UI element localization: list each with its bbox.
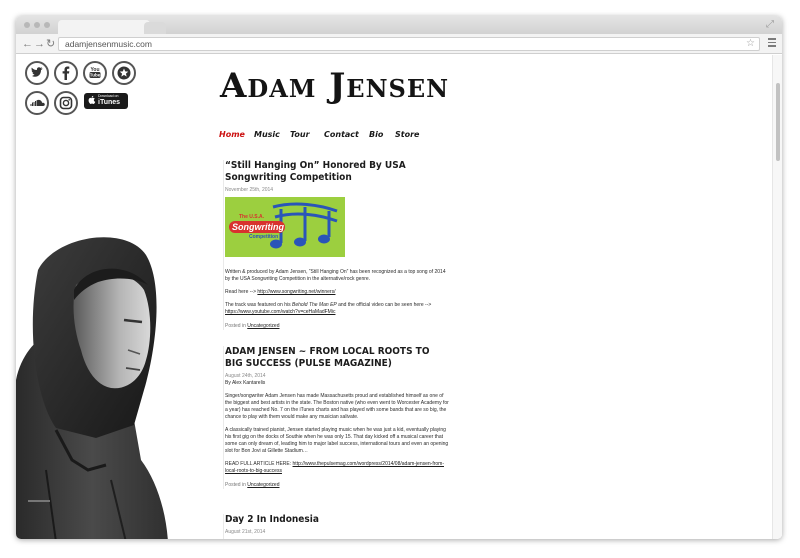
youtube-video-link[interactable]: https://www.youtube.com/watch?v=ceHaMadF… [225, 309, 335, 315]
itunes-label: iTunes [98, 99, 121, 106]
songwriting-competition-banner[interactable]: The U.S.A. Songwriting Competition [225, 197, 345, 257]
instagram-icon[interactable] [54, 91, 78, 115]
url-text: adamjensenmusic.com [65, 39, 152, 49]
soundcloud-icon[interactable] [25, 91, 49, 115]
new-tab-button[interactable] [144, 22, 166, 34]
post-paragraph: Written & produced by Adam Jensen, “Stil… [225, 269, 446, 282]
nav-item-store[interactable]: Store [395, 130, 419, 140]
post-title[interactable]: Day 2 In Indonesia [225, 514, 449, 526]
reload-icon[interactable]: ↻ [46, 37, 55, 51]
post-paragraph: Read here --> http://www.songwriting.net… [225, 289, 449, 296]
browser-tab[interactable] [58, 20, 150, 34]
nav-item-bio[interactable]: Bio [369, 130, 383, 140]
post-paragraph: A classically trained pianist, Jensen st… [225, 427, 449, 454]
address-bar[interactable]: adamjensenmusic.com ☆ [58, 37, 760, 51]
title-bar: ⤢ [16, 16, 782, 34]
banner-competition-text: Competition [249, 234, 279, 240]
post-meta: Posted in Uncategorized [225, 323, 449, 330]
ep-title: Behold The Man EP [291, 302, 337, 308]
posted-in-label: Posted in [225, 323, 246, 329]
artist-photo [16, 237, 168, 539]
nav-item-tour[interactable]: Tour [290, 130, 310, 140]
post-item: Day 2 In Indonesia August 21st, 2014 [223, 514, 449, 539]
songwriting-link[interactable]: http://www.songwriting.net/winners/ [257, 289, 335, 295]
posted-in-label: Posted in [225, 482, 246, 488]
site-logo[interactable]: Adam Jensen [220, 69, 449, 103]
browser-toolbar: ← → ↻ adamjensenmusic.com ☆ [16, 34, 782, 54]
post-meta: Posted in Uncategorized [225, 482, 449, 489]
post-paragraph: The track was featured on his Behold The… [225, 302, 449, 316]
banner-songwriting-text: Songwriting [232, 222, 284, 232]
itunes-badge[interactable]: Download on iTunes [84, 93, 128, 109]
read-full-prefix: READ FULL ARTICLE HERE: [225, 461, 293, 467]
post-date: August 24th, 2014 [225, 373, 266, 379]
banner-usa-text: The U.S.A. [239, 214, 265, 220]
star-badge-icon[interactable] [112, 61, 136, 85]
resize-icon[interactable]: ⤢ [766, 19, 774, 31]
post-paragraph: Singer/songwriter Adam Jensen has made M… [225, 393, 449, 420]
post-paragraph: READ FULL ARTICLE HERE: http://www.thepu… [225, 461, 449, 475]
post-title[interactable]: ADAM JENSEN ~ FROM LOCAL ROOTS TO BIG SU… [225, 346, 449, 370]
browser-window: ⤢ ← → ↻ adamjensenmusic.com ☆ You Tube D… [16, 16, 782, 539]
zoom-window-button[interactable] [44, 22, 50, 28]
post-item: “Still Hanging On” Honored By USA Songwr… [223, 160, 449, 330]
scrollbar[interactable] [772, 55, 782, 539]
apple-icon [88, 95, 96, 104]
svg-text:Tube: Tube [90, 73, 101, 78]
post-date: November 25th, 2014 [225, 187, 274, 193]
star-icon[interactable]: ☆ [746, 38, 755, 50]
page-viewport: You Tube Download on iTunes Adam Jensen … [16, 55, 782, 539]
forward-arrow-icon[interactable]: → [34, 37, 45, 51]
minimize-window-button[interactable] [34, 22, 40, 28]
twitter-icon[interactable] [25, 61, 49, 85]
youtube-icon[interactable]: You Tube [83, 61, 107, 85]
nav-item-music[interactable]: Music [254, 130, 280, 140]
post-author: By Alex Kantarelis [225, 380, 266, 386]
p3-after: and the official video can be seen here … [336, 302, 432, 308]
post-date: August 21st, 2014 [225, 529, 266, 535]
close-window-button[interactable] [24, 22, 30, 28]
read-here-prefix: Read here --> [225, 289, 258, 295]
back-arrow-icon[interactable]: ← [22, 37, 33, 51]
menu-icon[interactable] [768, 38, 776, 49]
category-link[interactable]: Uncategorized [247, 323, 279, 329]
post-title[interactable]: “Still Hanging On” Honored By USA Songwr… [225, 160, 449, 184]
p3-before: The track was featured on his [225, 302, 292, 308]
category-link[interactable]: Uncategorized [247, 482, 279, 488]
facebook-icon[interactable] [54, 61, 78, 85]
post-item: ADAM JENSEN ~ FROM LOCAL ROOTS TO BIG SU… [223, 346, 449, 489]
nav-item-home[interactable]: Home [219, 130, 245, 140]
scrollbar-thumb[interactable] [776, 83, 780, 161]
nav-item-contact[interactable]: Contact [324, 130, 359, 140]
